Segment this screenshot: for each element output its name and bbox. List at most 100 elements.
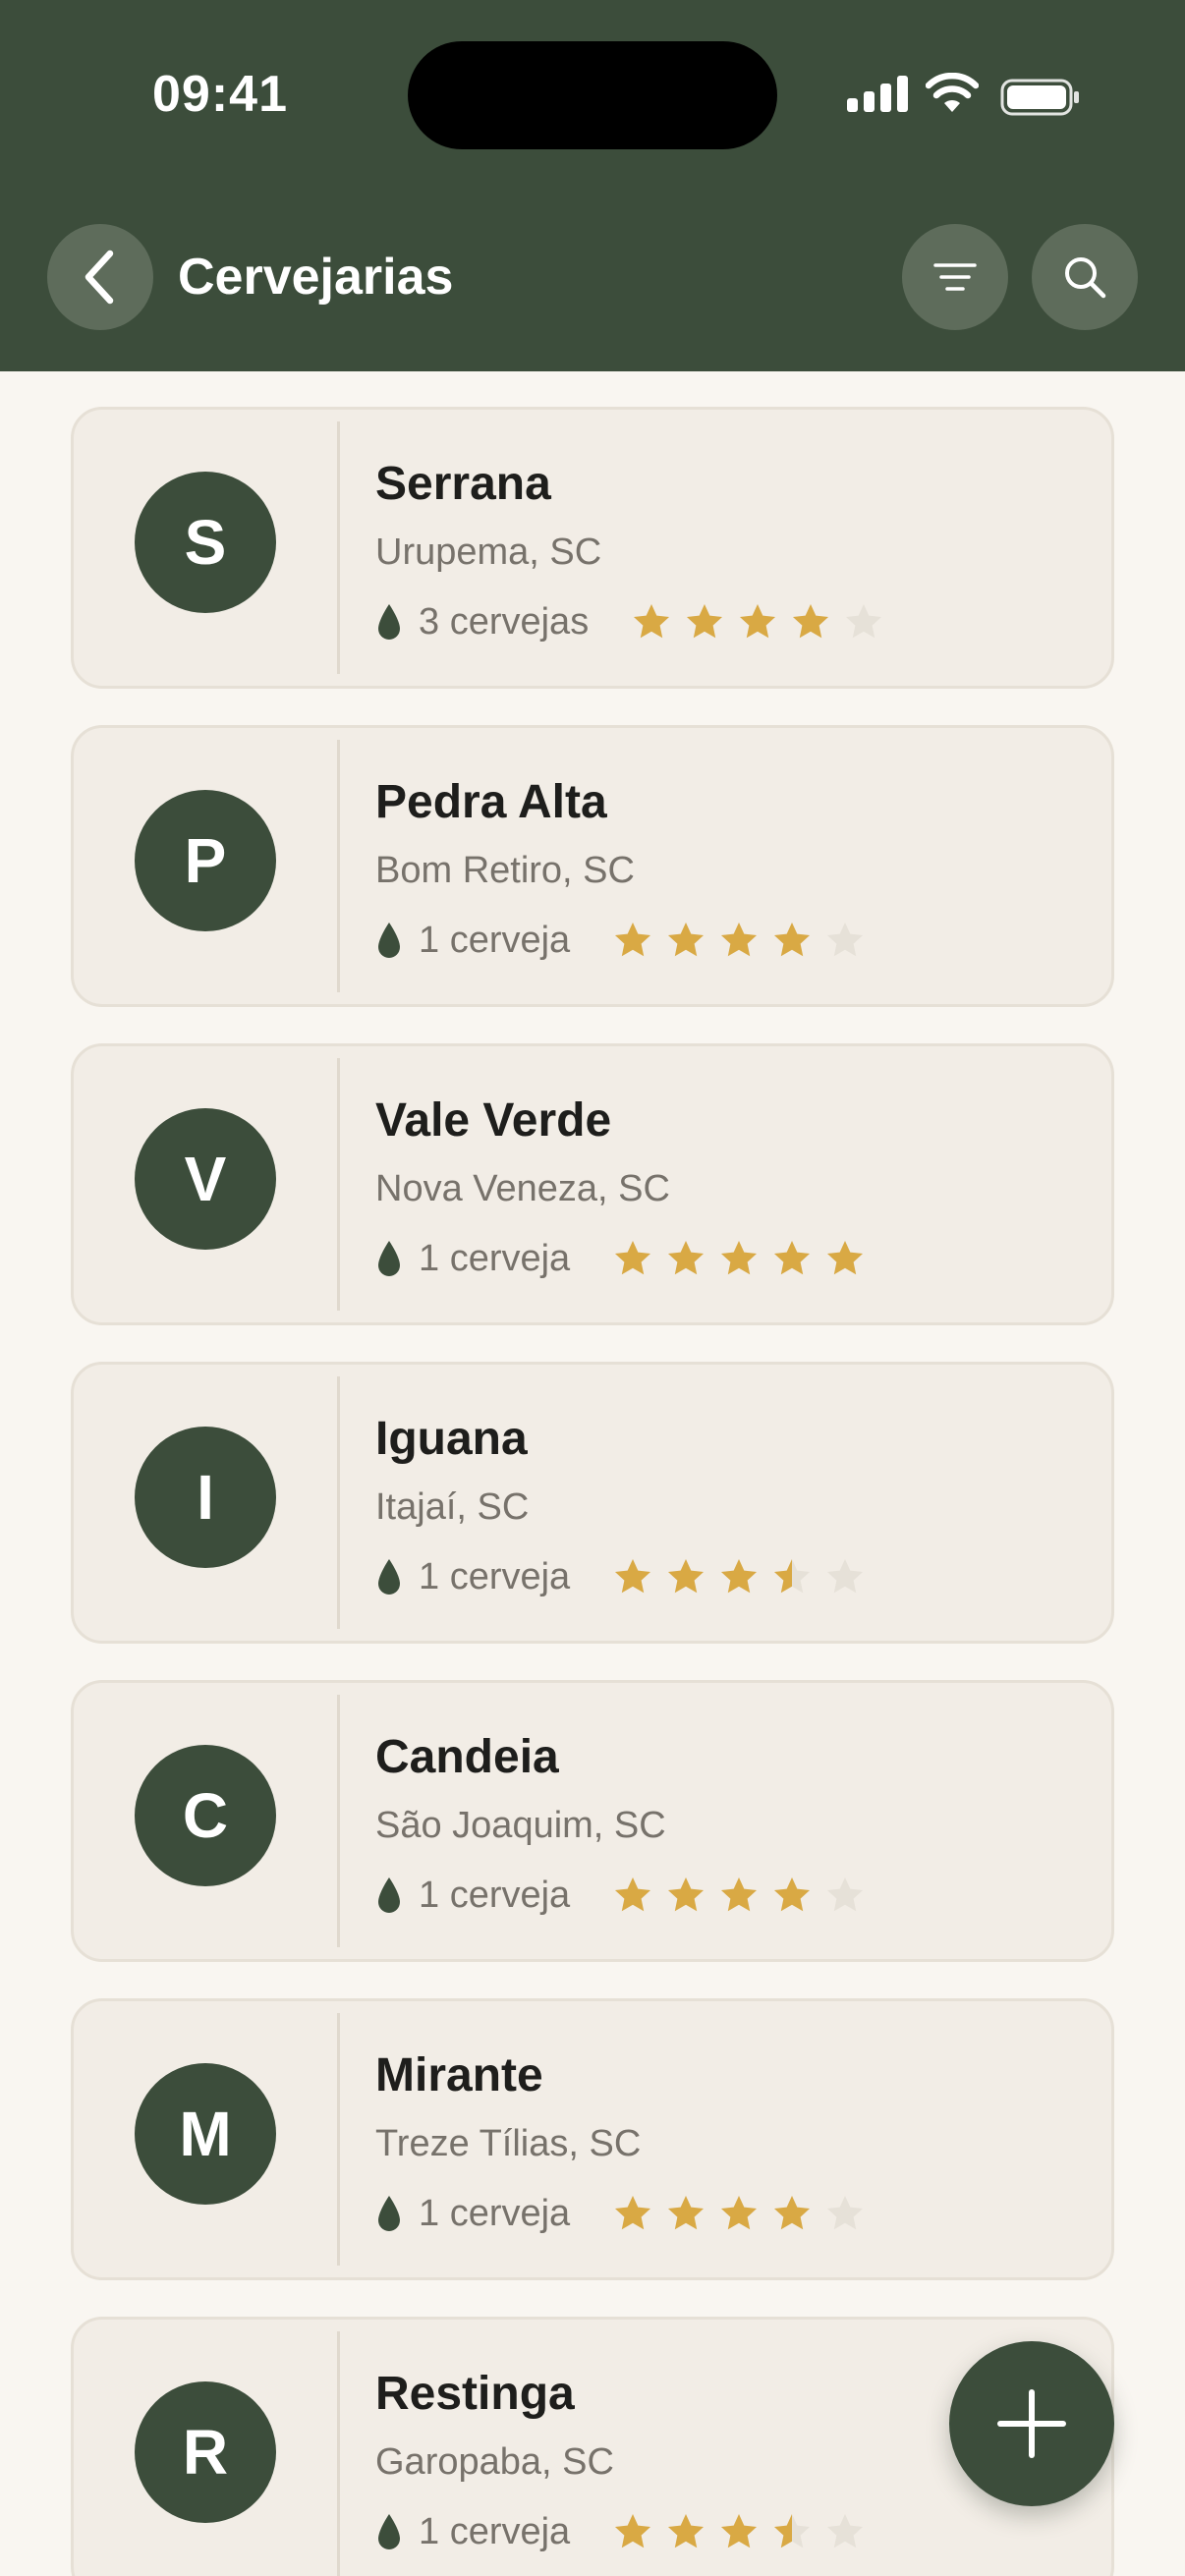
brewery-name: Iguana — [375, 1413, 528, 1465]
avatar: R — [135, 2381, 276, 2523]
brewery-location: Urupema, SC — [375, 532, 602, 573]
status-time: 09:41 — [152, 66, 288, 123]
card-divider — [337, 421, 340, 674]
status-icons — [847, 73, 1083, 118]
card-divider — [337, 740, 340, 992]
card-divider — [337, 2331, 340, 2576]
star-icon — [666, 2512, 705, 2551]
star-icon — [685, 602, 724, 642]
star-icon — [613, 1239, 652, 1278]
star-icon — [666, 921, 705, 960]
beer-count: 1 cerveja — [419, 919, 571, 961]
card-divider — [337, 1058, 340, 1311]
star-icon — [613, 1876, 652, 1915]
brewery-meta: 1 cerveja — [375, 2508, 878, 2555]
battery-icon — [1000, 79, 1079, 116]
star-rating — [613, 2194, 878, 2233]
filter-icon — [933, 263, 977, 291]
star-rating — [632, 602, 897, 642]
star-icon — [613, 921, 652, 960]
brewery-name: Restinga — [375, 2368, 575, 2420]
brewery-location: Itajaí, SC — [375, 1486, 530, 1528]
avatar: S — [135, 472, 276, 613]
card-divider — [337, 1376, 340, 1629]
star-icon — [844, 602, 883, 642]
back-button[interactable] — [47, 224, 153, 330]
brewery-card[interactable]: P Pedra Alta Bom Retiro, SC 1 cerveja — [71, 725, 1114, 1007]
brewery-location: Nova Veneza, SC — [375, 1168, 670, 1209]
brewery-name: Serrana — [375, 458, 551, 510]
brewery-location: Garopaba, SC — [375, 2441, 614, 2483]
star-icon — [666, 1557, 705, 1596]
drop-icon — [378, 1877, 400, 1913]
star-icon — [772, 921, 812, 960]
brewery-card[interactable]: S Serrana Urupema, SC 3 cervejas — [71, 407, 1114, 689]
brewery-location: Treze Tílias, SC — [375, 2123, 642, 2164]
brewery-name: Vale Verde — [375, 1094, 612, 1147]
star-icon — [825, 921, 865, 960]
star-rating — [613, 1876, 878, 1915]
brewery-card[interactable]: V Vale Verde Nova Veneza, SC 1 cerveja — [71, 1043, 1114, 1325]
star-icon — [632, 602, 671, 642]
star-icon — [719, 2512, 759, 2551]
brewery-meta: 1 cerveja — [375, 1553, 878, 1600]
screen: 09:41 Cervejarias S Serrana Urupema, SC … — [0, 0, 1185, 2576]
beer-count: 1 cerveja — [419, 1555, 571, 1597]
star-rating — [613, 2512, 878, 2551]
star-icon — [613, 2194, 652, 2233]
star-icon — [825, 1876, 865, 1915]
star-icon — [825, 2512, 865, 2551]
brewery-card[interactable]: C Candeia São Joaquim, SC 1 cerveja — [71, 1680, 1114, 1962]
star-rating — [613, 921, 878, 960]
drop-icon — [378, 2514, 400, 2549]
star-icon — [825, 1239, 865, 1278]
brewery-meta: 1 cerveja — [375, 1235, 878, 1282]
page-title: Cervejarias — [178, 249, 454, 306]
star-icon — [825, 2194, 865, 2233]
star-icon — [772, 1876, 812, 1915]
star-icon — [719, 921, 759, 960]
filter-button[interactable] — [902, 224, 1008, 330]
brewery-list: S Serrana Urupema, SC 3 cervejas P Pedra… — [71, 407, 1114, 2576]
avatar: P — [135, 790, 276, 931]
beer-count: 1 cerveja — [419, 1237, 571, 1279]
add-brewery-button[interactable] — [949, 2341, 1114, 2506]
wifi-icon — [926, 73, 979, 112]
star-icon — [666, 1876, 705, 1915]
beer-count: 1 cerveja — [419, 2192, 571, 2234]
star-icon — [666, 1239, 705, 1278]
search-icon — [1065, 257, 1106, 299]
dynamic-island — [408, 41, 777, 149]
app-header: 09:41 Cervejarias — [0, 0, 1185, 371]
avatar: V — [135, 1108, 276, 1250]
star-icon — [719, 1557, 759, 1596]
drop-icon — [378, 2196, 400, 2231]
card-divider — [337, 1695, 340, 1947]
brewery-meta: 1 cerveja — [375, 1872, 878, 1919]
chevron-left-icon — [85, 250, 114, 305]
star-icon — [613, 1557, 652, 1596]
brewery-location: Bom Retiro, SC — [375, 850, 635, 891]
brewery-meta: 1 cerveja — [375, 917, 878, 964]
star-icon — [666, 2194, 705, 2233]
brewery-meta: 3 cervejas — [375, 598, 897, 645]
star-icon — [719, 1876, 759, 1915]
brewery-meta: 1 cerveja — [375, 2190, 878, 2237]
star-icon — [738, 602, 777, 642]
star-icon — [772, 2512, 812, 2551]
brewery-name: Candeia — [375, 1731, 559, 1783]
star-rating — [613, 1239, 878, 1278]
drop-icon — [378, 1241, 400, 1276]
brewery-location: São Joaquim, SC — [375, 1805, 666, 1846]
drop-icon — [378, 923, 400, 958]
star-rating — [613, 1557, 878, 1596]
avatar: I — [135, 1427, 276, 1568]
avatar: M — [135, 2063, 276, 2205]
search-button[interactable] — [1032, 224, 1138, 330]
plus-icon — [997, 2389, 1066, 2458]
star-icon — [772, 1557, 812, 1596]
brewery-card[interactable]: I Iguana Itajaí, SC 1 cerveja — [71, 1362, 1114, 1644]
drop-icon — [378, 1559, 400, 1595]
brewery-card[interactable]: M Mirante Treze Tílias, SC 1 cerveja — [71, 1998, 1114, 2280]
card-divider — [337, 2013, 340, 2266]
